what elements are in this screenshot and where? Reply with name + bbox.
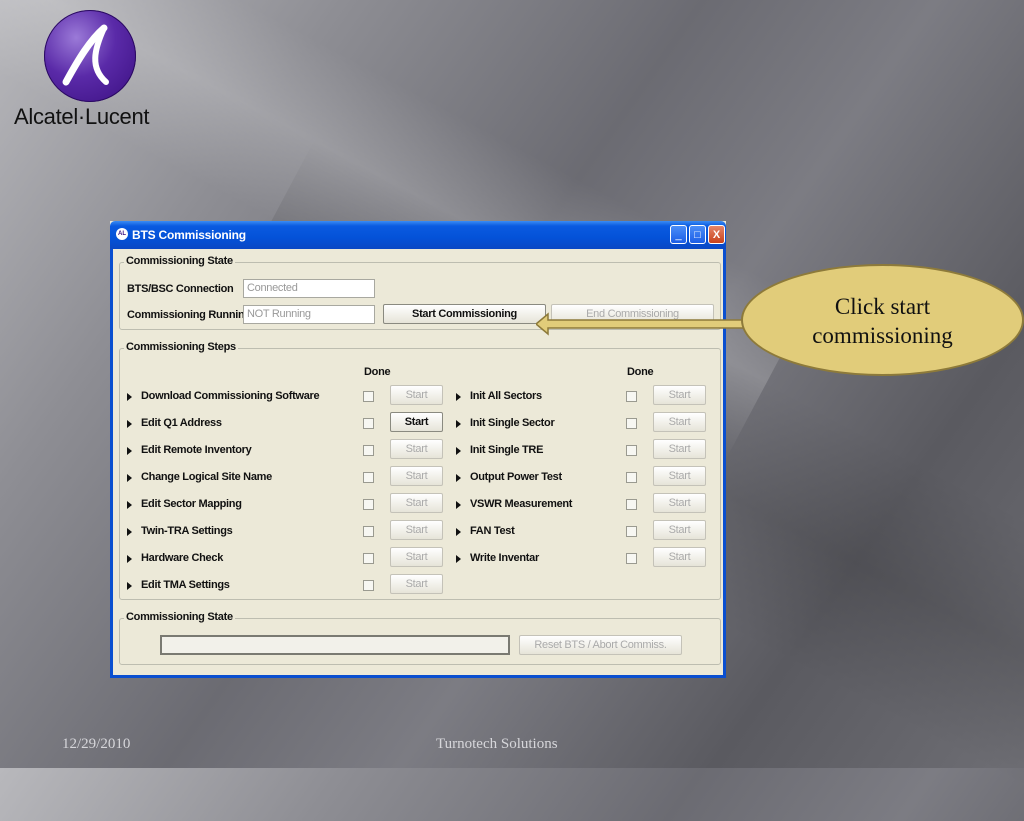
step-start-button[interactable]: Start bbox=[390, 547, 443, 567]
commissioning-steps-group: Commissioning Steps Done Done Download C… bbox=[119, 341, 721, 600]
done-checkbox[interactable] bbox=[363, 526, 374, 537]
footer-company: Turnotech Solutions bbox=[436, 736, 558, 752]
window-title: BTS Commissioning bbox=[132, 228, 246, 242]
callout-line1: Click start bbox=[834, 294, 931, 319]
step-start-button[interactable]: Start bbox=[390, 493, 443, 513]
step-label: Init All Sectors bbox=[470, 390, 542, 402]
expand-arrow-icon[interactable] bbox=[127, 501, 132, 509]
step-start-button[interactable]: Start bbox=[390, 385, 443, 405]
done-checkbox[interactable] bbox=[626, 499, 637, 510]
done-header-left: Done bbox=[364, 366, 391, 378]
step-start-button[interactable]: Start bbox=[653, 412, 706, 432]
step-label: Edit Remote Inventory bbox=[141, 444, 252, 456]
bts-connection-label: BTS/BSC Connection bbox=[127, 283, 234, 295]
expand-arrow-icon[interactable] bbox=[456, 447, 461, 455]
expand-arrow-icon[interactable] bbox=[127, 528, 132, 536]
footer-date: 12/29/2010 bbox=[62, 736, 131, 752]
step-label: Output Power Test bbox=[470, 471, 562, 483]
step-start-button[interactable]: Start bbox=[390, 466, 443, 486]
done-checkbox[interactable] bbox=[626, 445, 637, 456]
done-checkbox[interactable] bbox=[363, 553, 374, 564]
done-checkbox[interactable] bbox=[363, 499, 374, 510]
alcatel-lucent-logo: Alcatel·Lucent bbox=[14, 10, 174, 130]
step-start-button[interactable]: Start bbox=[653, 466, 706, 486]
callout-arrow bbox=[536, 312, 751, 336]
step-start-button[interactable]: Start bbox=[653, 385, 706, 405]
commissioning-running-field[interactable]: NOT Running bbox=[243, 305, 375, 324]
expand-arrow-icon[interactable] bbox=[127, 474, 132, 482]
title-bar[interactable]: AL BTS Commissioning _ □ X bbox=[110, 221, 726, 249]
step-start-button[interactable]: Start bbox=[653, 439, 706, 459]
bottom-state-group: Commissioning State Reset BTS / Abort Co… bbox=[119, 611, 721, 665]
close-button[interactable]: X bbox=[708, 225, 725, 244]
expand-arrow-icon[interactable] bbox=[127, 447, 132, 455]
step-start-button[interactable]: Start bbox=[390, 520, 443, 540]
expand-arrow-icon[interactable] bbox=[127, 420, 132, 428]
callout-text: Click start commissioning bbox=[741, 292, 1024, 350]
callout-line2: commissioning bbox=[812, 323, 953, 348]
group-legend: Commissioning State bbox=[124, 611, 235, 623]
expand-arrow-icon[interactable] bbox=[456, 501, 461, 509]
logo-emblem bbox=[44, 10, 136, 102]
step-label: Edit TMA Settings bbox=[141, 579, 230, 591]
minimize-button[interactable]: _ bbox=[670, 225, 687, 244]
done-checkbox[interactable] bbox=[363, 472, 374, 483]
expand-arrow-icon[interactable] bbox=[456, 393, 461, 401]
expand-arrow-icon[interactable] bbox=[127, 555, 132, 563]
done-checkbox[interactable] bbox=[363, 580, 374, 591]
start-commissioning-button[interactable]: Start Commissioning bbox=[383, 304, 546, 324]
step-start-button[interactable]: Start bbox=[653, 493, 706, 513]
progress-bar bbox=[160, 635, 510, 655]
done-checkbox[interactable] bbox=[363, 418, 374, 429]
expand-arrow-icon[interactable] bbox=[127, 393, 132, 401]
expand-arrow-icon[interactable] bbox=[456, 474, 461, 482]
group-legend: Commissioning State bbox=[124, 255, 235, 267]
expand-arrow-icon[interactable] bbox=[456, 555, 461, 563]
done-checkbox[interactable] bbox=[363, 445, 374, 456]
step-label: Write Inventar bbox=[470, 552, 539, 564]
app-icon: AL bbox=[116, 228, 128, 240]
step-start-button[interactable]: Start bbox=[390, 574, 443, 594]
logo-text: Alcatel·Lucent bbox=[14, 104, 150, 129]
step-start-button[interactable]: Start bbox=[653, 520, 706, 540]
step-label: Init Single Sector bbox=[470, 417, 555, 429]
reset-bts-button[interactable]: Reset BTS / Abort Commiss. bbox=[519, 635, 682, 655]
group-legend: Commissioning Steps bbox=[124, 341, 238, 353]
commissioning-running-label: Commissioning Running bbox=[127, 309, 251, 321]
step-label: VSWR Measurement bbox=[470, 498, 573, 510]
done-checkbox[interactable] bbox=[626, 418, 637, 429]
done-checkbox[interactable] bbox=[626, 391, 637, 402]
step-label: Hardware Check bbox=[141, 552, 224, 564]
step-label: Init Single TRE bbox=[470, 444, 544, 456]
step-label: Edit Q1 Address bbox=[141, 417, 222, 429]
step-label: Download Commissioning Software bbox=[141, 390, 320, 402]
expand-arrow-icon[interactable] bbox=[456, 420, 461, 428]
bts-commissioning-window: AL BTS Commissioning _ □ X Commissioning… bbox=[110, 221, 726, 678]
done-checkbox[interactable] bbox=[363, 391, 374, 402]
step-label: Edit Sector Mapping bbox=[141, 498, 242, 510]
bts-connection-field[interactable]: Connected bbox=[243, 279, 375, 298]
done-checkbox[interactable] bbox=[626, 553, 637, 564]
done-checkbox[interactable] bbox=[626, 472, 637, 483]
step-start-button[interactable]: Start bbox=[390, 412, 443, 432]
step-start-button[interactable]: Start bbox=[390, 439, 443, 459]
step-start-button[interactable]: Start bbox=[653, 547, 706, 567]
step-label: Twin-TRA Settings bbox=[141, 525, 233, 537]
expand-arrow-icon[interactable] bbox=[127, 582, 132, 590]
maximize-button[interactable]: □ bbox=[689, 225, 706, 244]
done-header-right: Done bbox=[627, 366, 654, 378]
step-label: Change Logical Site Name bbox=[141, 471, 272, 483]
done-checkbox[interactable] bbox=[626, 526, 637, 537]
step-label: FAN Test bbox=[470, 525, 515, 537]
expand-arrow-icon[interactable] bbox=[456, 528, 461, 536]
